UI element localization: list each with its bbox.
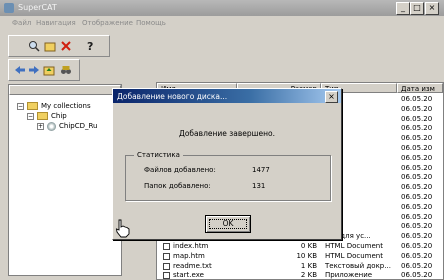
tree-header (9, 85, 121, 95)
back-icon[interactable] (13, 63, 27, 77)
file-icon (163, 243, 170, 250)
file-date-cell: 06.05.20 (401, 242, 433, 250)
add-disk-dialog: Добавление нового диска... × Добавление … (112, 88, 342, 240)
menu-view[interactable]: Отображение (82, 19, 133, 27)
svg-text:?: ? (87, 40, 93, 52)
file-name-cell: map.htm (173, 251, 205, 260)
file-date-cell: 06.05.20 (401, 222, 433, 231)
folder-icon (37, 112, 48, 120)
file-icon (163, 272, 170, 280)
forward-icon[interactable] (27, 63, 41, 77)
menu-bar: Файл Навигация Отображение Помощь (0, 17, 444, 29)
title-bar[interactable]: SuperCAT _ □ × (0, 0, 444, 16)
file-date-cell: 06.05.20 (401, 193, 433, 201)
folder-tree-pane[interactable]: − My collections − Chip + ChipCD_Ru (8, 84, 122, 276)
app-icon (4, 3, 14, 13)
supercat-window: SuperCAT _ □ × Файл Навигация Отображени… (0, 0, 444, 280)
menu-navigation[interactable]: Навигация (36, 19, 76, 27)
file-date-cell: 06.05.20 (401, 163, 433, 172)
file-size-cell: 0 KB (300, 242, 317, 250)
help-icon[interactable]: ? (83, 39, 97, 53)
statistics-group-title: Статистика (134, 151, 183, 159)
menu-file[interactable]: Файл (12, 19, 31, 27)
file-date-cell: 06.05.20 (401, 104, 433, 113)
column-date[interactable]: Дата изм (397, 83, 443, 93)
toolbar-main: ? (8, 35, 110, 57)
file-icon (163, 252, 170, 260)
tree-item-label: ChipCD_Ru (59, 122, 98, 130)
file-date-cell: 06.05.20 (401, 153, 433, 162)
file-date-cell: 06.05.20 (401, 271, 433, 280)
table-row[interactable]: start.exe 2 KB Приложение 06.05.20 (157, 271, 443, 280)
file-icon (163, 262, 170, 270)
ok-button[interactable]: OK (205, 215, 251, 233)
folders-added-label: Папок добавлено: (144, 182, 211, 190)
collapse-icon[interactable]: − (27, 112, 34, 120)
close-button[interactable]: × (425, 2, 439, 15)
dialog-title: Добавление нового диска... (117, 92, 228, 101)
dialog-message: Добавление завершено. (178, 129, 275, 138)
minimize-button[interactable]: _ (396, 2, 410, 15)
file-type-cell: Приложение (325, 271, 373, 280)
file-date-cell: 06.05.20 (401, 251, 433, 260)
file-date-cell: 06.05.20 (401, 134, 433, 143)
table-row[interactable]: index.htm 0 KB HTML Document 06.05.20 (157, 242, 443, 251)
dialog-close-button[interactable]: × (325, 91, 338, 103)
focus-rectangle (209, 219, 247, 229)
files-added-label: Файлов добавлено: (144, 166, 216, 174)
tree-item-label: Chip (51, 112, 67, 120)
tree-item-chip[interactable]: − Chip (27, 111, 67, 121)
file-size-cell: 10 KB (296, 251, 317, 260)
file-date-cell: 06.05.20 (401, 232, 433, 241)
folder-icon (27, 102, 38, 110)
file-type-cell: Текстовый докр... (325, 261, 391, 270)
file-size-cell: 1 KB (300, 261, 317, 270)
files-added-value: 1477 (252, 166, 270, 174)
cd-disc-icon (47, 121, 56, 131)
file-date-cell: 06.05.20 (401, 183, 433, 192)
menu-help[interactable]: Помощь (136, 19, 166, 27)
file-name-cell: readme.txt (173, 261, 212, 270)
file-date-cell: 06.05.20 (401, 173, 433, 182)
toolbar-navigation (8, 59, 80, 81)
file-size-cell: 2 KB (300, 271, 317, 280)
tree-item-my-collections[interactable]: − My collections (17, 101, 91, 111)
tree-item-chipcd[interactable]: + ChipCD_Ru (37, 121, 97, 131)
hand-cursor-icon (115, 219, 130, 238)
file-date-cell: 06.05.20 (401, 261, 433, 270)
file-name-cell: start.exe (173, 271, 204, 280)
file-date-cell: 06.05.20 (401, 114, 433, 123)
table-row[interactable]: readme.txt 1 KB Текстовый докр... 06.05.20 (157, 262, 443, 271)
collapse-icon[interactable]: − (17, 102, 24, 110)
file-date-cell: 06.05.20 (401, 212, 433, 221)
search-binoculars-icon[interactable] (59, 63, 73, 77)
expand-icon[interactable]: + (37, 122, 44, 130)
file-date-cell: 06.05.20 (401, 95, 433, 103)
search-icon[interactable] (27, 39, 41, 53)
window-title: SuperCAT (18, 3, 57, 12)
tree-item-label: My collections (41, 102, 91, 110)
delete-icon[interactable] (59, 39, 73, 53)
file-date-cell: 06.05.20 (401, 124, 433, 133)
up-folder-icon[interactable] (42, 63, 56, 77)
table-row[interactable]: map.htm 10 KB HTML Document 06.05.20 (157, 252, 443, 261)
file-date-cell: 06.05.20 (401, 144, 433, 152)
file-name-cell: index.htm (173, 242, 209, 250)
dialog-title-bar[interactable]: Добавление нового диска... × (113, 89, 341, 103)
file-date-cell: 06.05.20 (401, 202, 433, 211)
statistics-group: Статистика Файлов добавлено: 1477 Папок … (125, 151, 331, 201)
maximize-button[interactable]: □ (410, 2, 424, 15)
folders-added-value: 131 (252, 182, 266, 190)
file-type-cell: HTML Document (325, 251, 383, 260)
new-folder-icon[interactable] (43, 39, 57, 53)
file-type-cell: HTML Document (325, 242, 383, 250)
